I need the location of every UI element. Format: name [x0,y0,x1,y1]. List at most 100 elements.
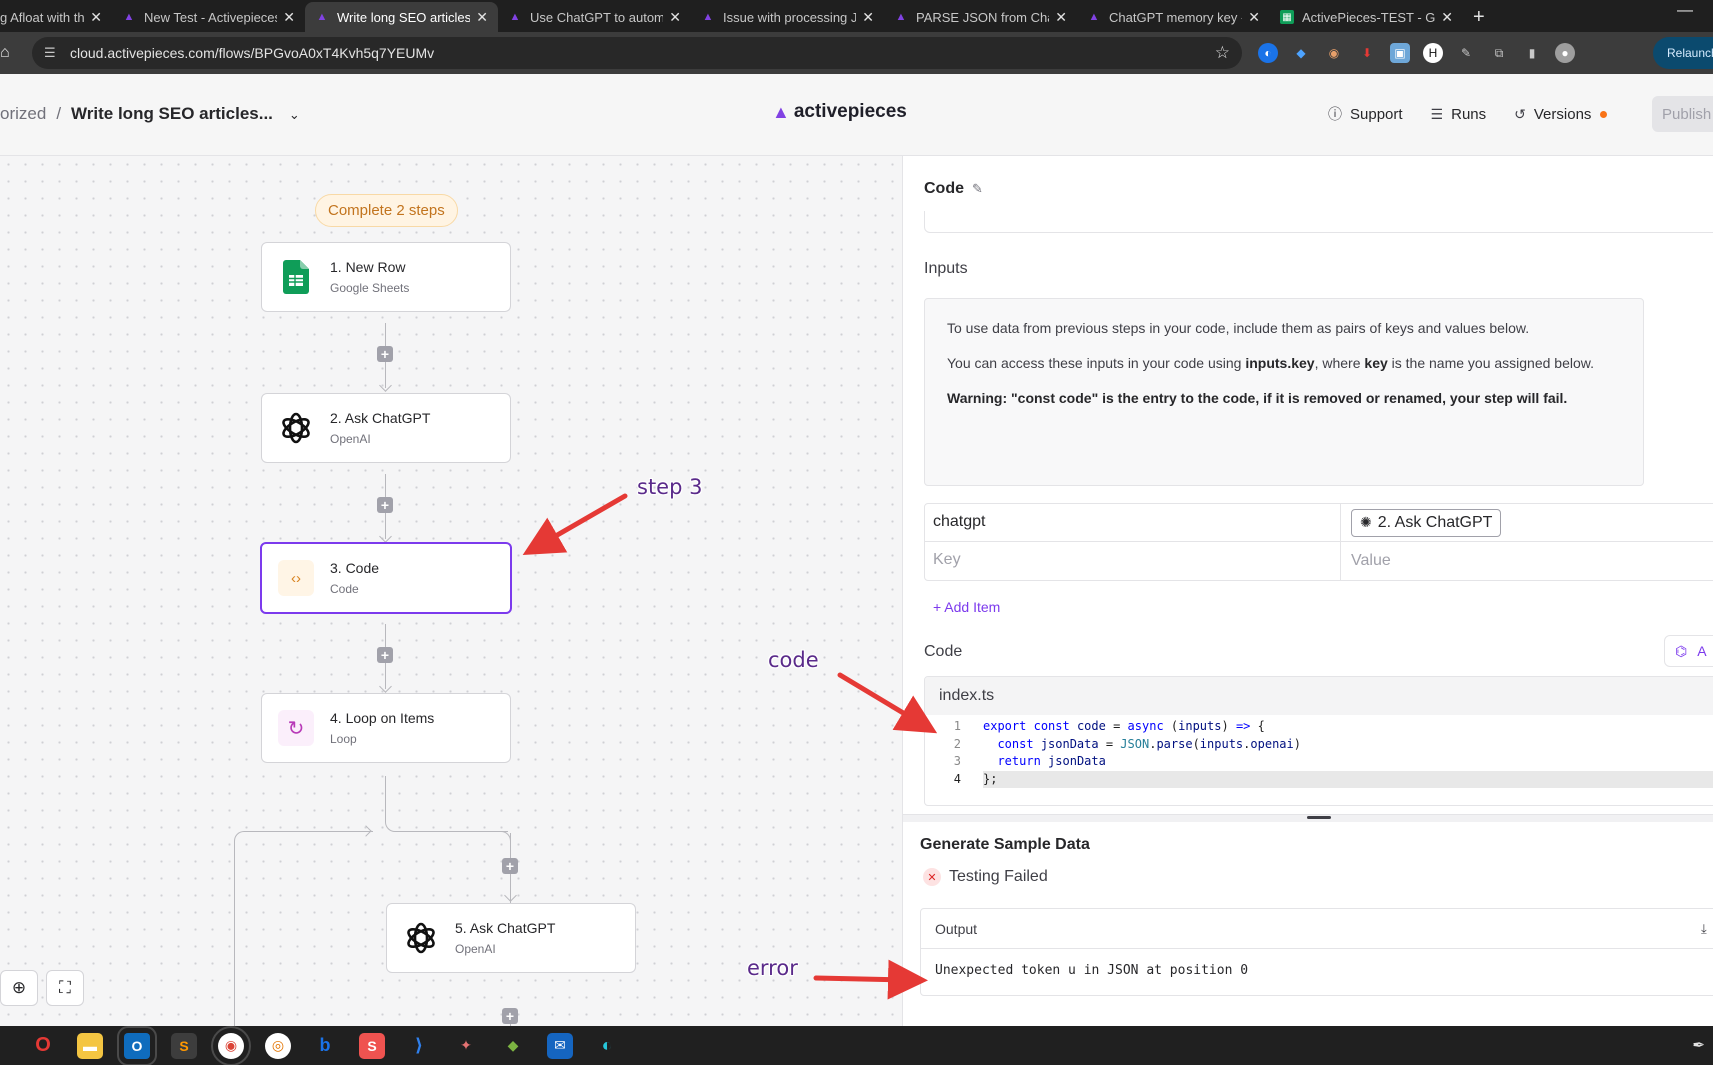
publish-button[interactable]: Publish [1652,96,1713,132]
download-icon[interactable]: ⬇ [1357,43,1377,63]
browser-tab-5[interactable]: ▲ Issue with processing JSO ✕ [691,2,884,32]
pen-icon[interactable]: ✒ [1692,1036,1705,1054]
value-input-placeholder[interactable]: Value [1341,542,1713,580]
browser-tab-4[interactable]: ▲ Use ChatGPT to automate ✕ [498,2,691,32]
sublime-icon[interactable]: S [171,1032,197,1059]
ask-ai-button[interactable]: ⌬ A [1664,635,1713,667]
browser-icon[interactable]: ◎ [265,1032,291,1059]
activepieces-icon: ▲ [702,11,714,23]
inputs-label: Inputs [924,260,968,277]
add-step-button[interactable]: + [502,1008,518,1024]
flow-name[interactable]: Write long SEO articles... [71,104,273,123]
step-node-1[interactable]: 1. New Row Google Sheets [261,242,511,312]
new-tab-button[interactable]: + [1463,2,1495,32]
app-icon[interactable]: ✦ [453,1033,479,1059]
home-icon[interactable]: ⌂ [0,44,24,62]
close-icon[interactable]: ✕ [1055,9,1067,26]
pencil-icon[interactable]: ✎ [972,181,983,197]
code-line: export const code = async (inputs) => { [983,719,1265,733]
add-step-button[interactable]: + [377,346,393,362]
browser-tab-2[interactable]: ▲ New Test - Activepieces ✕ [112,2,305,32]
git-icon[interactable]: ◆ [500,1033,526,1059]
step-node-4[interactable]: ↻ 4. Loop on Items Loop [261,693,511,763]
browser-tab-1[interactable]: g Afloat with the ✕ [0,2,112,32]
zoom-in-button[interactable]: ⊕ [0,970,38,1006]
extension-icon[interactable]: ◐ [1258,43,1278,63]
outlook-icon[interactable]: O [117,1025,157,1065]
add-step-button[interactable]: + [502,858,518,874]
flow-canvas[interactable]: Complete 2 steps + + + + + 1. New Row Go… [0,156,902,1026]
bing-icon[interactable]: b [312,1033,338,1059]
output-error-text[interactable]: Unexpected token u in JSON at position 0 [921,949,1713,992]
browser-toolbar: ⌂ ☰ cloud.activepieces.com/flows/BPGvoA0… [0,32,1713,74]
opera-icon[interactable]: O [30,1033,56,1059]
close-icon[interactable]: ✕ [90,9,102,26]
value-input[interactable]: ✺ 2. Ask ChatGPT [1341,504,1713,541]
status-badge[interactable]: Complete 2 steps [315,194,458,227]
close-icon[interactable]: ✕ [1441,9,1453,26]
close-icon[interactable]: ✕ [862,9,874,26]
address-bar[interactable]: ☰ cloud.activepieces.com/flows/BPGvoA0xT… [32,37,1242,69]
breadcrumb-folder[interactable]: orized [0,104,46,123]
vscode-icon[interactable]: ⟩ [406,1033,432,1059]
close-icon[interactable]: ✕ [669,9,681,26]
chrome-icon[interactable]: ◉ [211,1025,251,1065]
chevron-down-icon[interactable]: ⌄ [289,107,300,122]
code-editor[interactable]: index.ts 1 2 3 4 export const code = asy… [924,676,1713,806]
annotation-code: code [768,648,819,672]
browser-tab-7[interactable]: ▲ ChatGPT memory key - C ✕ [1077,2,1270,32]
support-button[interactable]: ⓘ Support [1328,104,1403,124]
editor-file-tab[interactable]: index.ts [925,677,1713,715]
resize-grip[interactable] [1307,816,1331,819]
bookmark-star-icon[interactable]: ☆ [1215,43,1230,63]
browser-tab-6[interactable]: ▲ PARSE JSON from ChatGP ✕ [884,2,1077,32]
extension-icon[interactable]: H [1423,43,1443,63]
browser-tab-8[interactable]: ▦ ActivePieces-TEST - Goog ✕ [1270,2,1463,32]
mail-icon[interactable]: ✉ [547,1032,573,1059]
key-input[interactable]: chatgpt [925,504,1341,541]
key-input-placeholder[interactable]: Key [925,542,1341,580]
relaunch-button[interactable]: Relaunch t [1653,37,1713,69]
add-item-button[interactable]: + Add Item [933,599,1000,615]
profile-avatar[interactable]: ● [1555,43,1575,63]
runs-list-icon: ☰ [1430,105,1444,122]
site-settings-icon[interactable]: ☰ [44,45,62,61]
close-icon[interactable]: ✕ [1248,9,1260,26]
file-explorer-icon[interactable]: ▬ [77,1032,103,1059]
close-icon[interactable]: ✕ [283,9,295,26]
edge-icon[interactable]: ◐ [594,1033,620,1059]
url-text[interactable]: cloud.activepieces.com/flows/BPGvoA0xT4K… [70,45,1215,61]
extension-icon[interactable]: ✎ [1456,43,1476,63]
code-area[interactable]: 1 2 3 4 export const code = async (input… [925,715,1713,788]
extension-icon[interactable]: ▣ [1390,43,1410,63]
step-node-2[interactable]: 2. Ask ChatGPT OpenAI [261,393,511,463]
add-step-button[interactable]: + [377,497,393,513]
minimize-icon[interactable]: — [1677,2,1693,20]
info-text-part: is the name you assigned below. [1387,355,1595,371]
runs-button[interactable]: ☰ Runs [1431,106,1487,123]
versions-button[interactable]: ↺ Versions [1514,106,1608,123]
panel-title-text[interactable]: Code [924,180,964,198]
code-lines[interactable]: export const code = async (inputs) => { … [983,718,1713,788]
extension-icon[interactable]: ◉ [1324,43,1344,63]
extension-icon[interactable]: ◆ [1291,43,1311,63]
browser-tab-3[interactable]: ▲ Write long SEO articles by ✕ [305,2,498,32]
line-number: 4 [953,771,961,786]
step-title: 4. Loop on Items [330,710,435,726]
step-node-3[interactable]: ‹› 3. Code Code [260,542,512,614]
annotation-step3: step 3 [637,475,703,499]
sidebar-icon[interactable]: ▮ [1522,43,1542,63]
code-icon: ‹› [278,560,314,596]
step-node-5[interactable]: 5. Ask ChatGPT OpenAI [386,903,636,973]
download-icon[interactable]: ⤓ [1701,921,1707,937]
step-subtitle: Code [330,582,359,596]
tab-title: ActivePieces-TEST - Goog [1302,9,1436,25]
puzzle-icon[interactable]: ⧉ [1489,43,1509,63]
test-status: ✕ Testing Failed [923,868,1048,886]
app-s-icon[interactable]: S [359,1032,385,1059]
add-step-button[interactable]: + [377,647,393,663]
fit-view-button[interactable]: ⛶ [46,970,84,1006]
step-reference-chip[interactable]: ✺ 2. Ask ChatGPT [1351,508,1502,537]
os-taskbar: O ▬ O S ◉ ◎ b S ⟩ ✦ ◆ ✉ ◐ ✒ [0,1025,1713,1065]
close-icon[interactable]: ✕ [476,9,488,26]
